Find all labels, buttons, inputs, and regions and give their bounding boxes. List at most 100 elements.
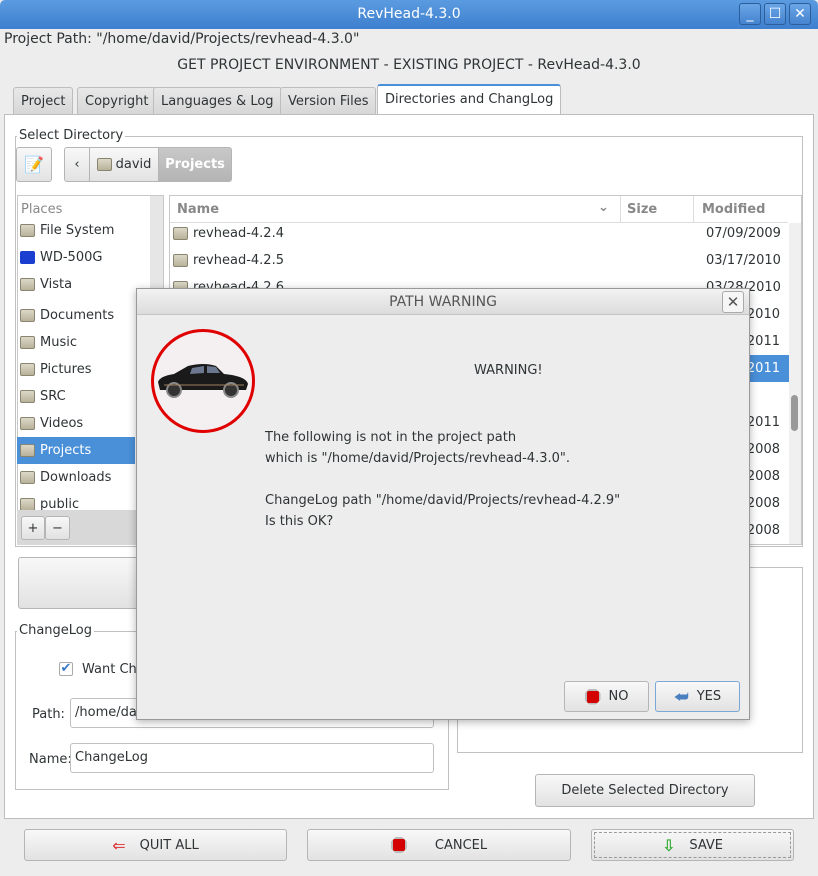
scrollbar-thumb[interactable] xyxy=(791,395,798,431)
changelog-name-input[interactable]: ChangeLog xyxy=(70,743,434,773)
sidebar-item-videos[interactable]: Videos xyxy=(17,410,135,437)
cancel-button[interactable]: CANCEL xyxy=(307,829,571,861)
sidebar-item-projects[interactable]: Projects xyxy=(17,437,135,464)
drive-icon xyxy=(20,278,35,291)
folder-icon xyxy=(20,336,35,349)
tab-project[interactable]: Project xyxy=(13,87,74,115)
message-line: The following is not in the project path xyxy=(265,430,517,445)
dialog-title: PATH WARNING xyxy=(137,289,749,315)
warning-text: WARNING! xyxy=(474,363,543,378)
file-list-header: Name ⌄ Size Modified xyxy=(170,196,788,223)
project-path-label: Project Path: "/home/david/Projects/revh… xyxy=(4,31,360,47)
yes-label: YES xyxy=(696,689,722,704)
column-size[interactable]: Size xyxy=(620,196,663,223)
stop-icon xyxy=(584,688,601,705)
message-line xyxy=(265,469,620,490)
quit-all-label: QUIT ALL xyxy=(139,837,199,853)
dialog-close-button[interactable]: ✕ xyxy=(722,291,744,313)
cancel-label: CANCEL xyxy=(434,837,488,853)
want-changelog-checkbox[interactable]: ✔ xyxy=(59,662,73,676)
file-row[interactable]: revhead-4.2.5 03/17/2010 xyxy=(170,247,790,274)
sidebar-item-file-system[interactable]: File System xyxy=(17,217,135,244)
quit-all-button[interactable]: ⇐ QUIT ALL xyxy=(24,829,287,861)
place-label: Downloads xyxy=(40,470,112,485)
tab-languages-log[interactable]: Languages & Log xyxy=(153,87,282,115)
folder-icon xyxy=(20,390,35,403)
delete-selected-directory-button[interactable]: Delete Selected Directory xyxy=(535,774,755,807)
add-place-button[interactable]: + xyxy=(21,516,45,540)
sidebar-item-src[interactable]: SRC xyxy=(17,383,135,410)
save-label: SAVE xyxy=(689,837,724,853)
folder-icon xyxy=(173,227,188,240)
file-name-cell: revhead-4.2.5 xyxy=(170,253,695,268)
yes-button[interactable]: ⮨ YES xyxy=(655,681,740,712)
path-david-label: david xyxy=(115,157,152,172)
sidebar-item-music[interactable]: Music xyxy=(17,329,135,356)
sidebar-item-vista[interactable]: Vista xyxy=(17,271,135,298)
folder-icon xyxy=(20,417,35,430)
tab-version-files[interactable]: Version Files xyxy=(280,87,377,115)
save-button[interactable]: ⇩ SAVE xyxy=(591,829,794,861)
maximize-button[interactable]: ☐ xyxy=(764,3,786,25)
place-label: WD-500G xyxy=(40,250,103,265)
save-download-icon: ⇩ xyxy=(661,835,676,855)
name-label: Name: xyxy=(29,752,72,767)
folder-icon xyxy=(20,444,35,457)
message-line: ChangeLog path "/home/david/Projects/rev… xyxy=(265,493,621,508)
car-logo-image xyxy=(151,329,255,433)
page-heading: GET PROJECT ENVIRONMENT - EXISTING PROJE… xyxy=(177,57,641,73)
file-name-cell: revhead-4.2.4 xyxy=(170,226,695,241)
places-header: Places xyxy=(21,202,63,217)
place-label: Pictures xyxy=(40,362,92,377)
place-label: Videos xyxy=(40,416,84,431)
edit-location-button[interactable]: 📝 xyxy=(16,147,52,182)
return-arrow-icon: ⮨ xyxy=(673,686,689,706)
folder-icon xyxy=(173,254,188,267)
path-warning-dialog: PATH WARNING ✕ WARNING! The following is… xyxy=(136,288,750,720)
file-list-scrollbar[interactable] xyxy=(789,223,801,544)
window-title: RevHead-4.3.0 xyxy=(357,6,461,22)
want-changelog-label: Want Ch xyxy=(82,662,137,677)
exit-door-icon: ⇐ xyxy=(112,835,126,855)
path-projects-button[interactable]: Projects xyxy=(158,147,232,182)
message-line: Is this OK? xyxy=(265,514,334,529)
remove-place-button[interactable]: − xyxy=(45,516,70,540)
car-icon xyxy=(158,364,248,398)
column-name[interactable]: Name xyxy=(177,202,219,217)
no-label: NO xyxy=(608,689,629,704)
warning-message: The following is not in the project path… xyxy=(265,427,620,532)
tab-directories-changlog[interactable]: Directories and ChangLog xyxy=(377,84,562,115)
no-button[interactable]: NO xyxy=(564,681,649,712)
file-name: revhead-4.2.4 xyxy=(193,226,284,241)
sidebar-item-wd-500g[interactable]: WD-500G xyxy=(17,244,135,271)
folder-icon xyxy=(20,309,35,322)
file-modified: 07/09/2009 xyxy=(706,226,781,241)
column-modified[interactable]: Modified xyxy=(693,196,773,223)
stop-icon xyxy=(390,837,407,853)
changelog-legend: ChangeLog xyxy=(17,623,94,638)
close-window-button[interactable]: ✕ xyxy=(789,3,811,25)
folder-icon xyxy=(20,363,35,376)
place-label: Projects xyxy=(40,443,92,458)
folder-icon xyxy=(20,471,35,484)
place-label: Vista xyxy=(40,277,73,292)
place-label: Documents xyxy=(40,308,115,323)
sidebar-item-documents[interactable]: Documents xyxy=(17,302,135,329)
sidebar-item-pictures[interactable]: Pictures xyxy=(17,356,135,383)
place-label: SRC xyxy=(40,389,66,404)
path-back-button[interactable]: ‹ xyxy=(64,147,90,182)
file-name: revhead-4.2.5 xyxy=(193,253,284,268)
tab-copyright[interactable]: Copyright xyxy=(77,87,157,115)
sidebar-item-downloads[interactable]: Downloads xyxy=(17,464,135,491)
sort-chevron-icon[interactable]: ⌄ xyxy=(598,200,609,215)
minimize-button[interactable]: _ xyxy=(739,3,761,25)
select-directory-legend: Select Directory xyxy=(17,128,126,143)
drive-icon xyxy=(20,251,35,264)
file-row[interactable]: revhead-4.2.4 07/09/2009 xyxy=(170,220,790,247)
place-label: Music xyxy=(40,335,77,350)
file-modified: 03/17/2010 xyxy=(706,253,781,268)
message-line: which is "/home/david/Projects/revhead-4… xyxy=(265,451,570,466)
path-david-button[interactable]: david xyxy=(89,147,159,182)
place-label: File System xyxy=(40,223,115,238)
pencil-icon: 📝 xyxy=(24,155,44,174)
